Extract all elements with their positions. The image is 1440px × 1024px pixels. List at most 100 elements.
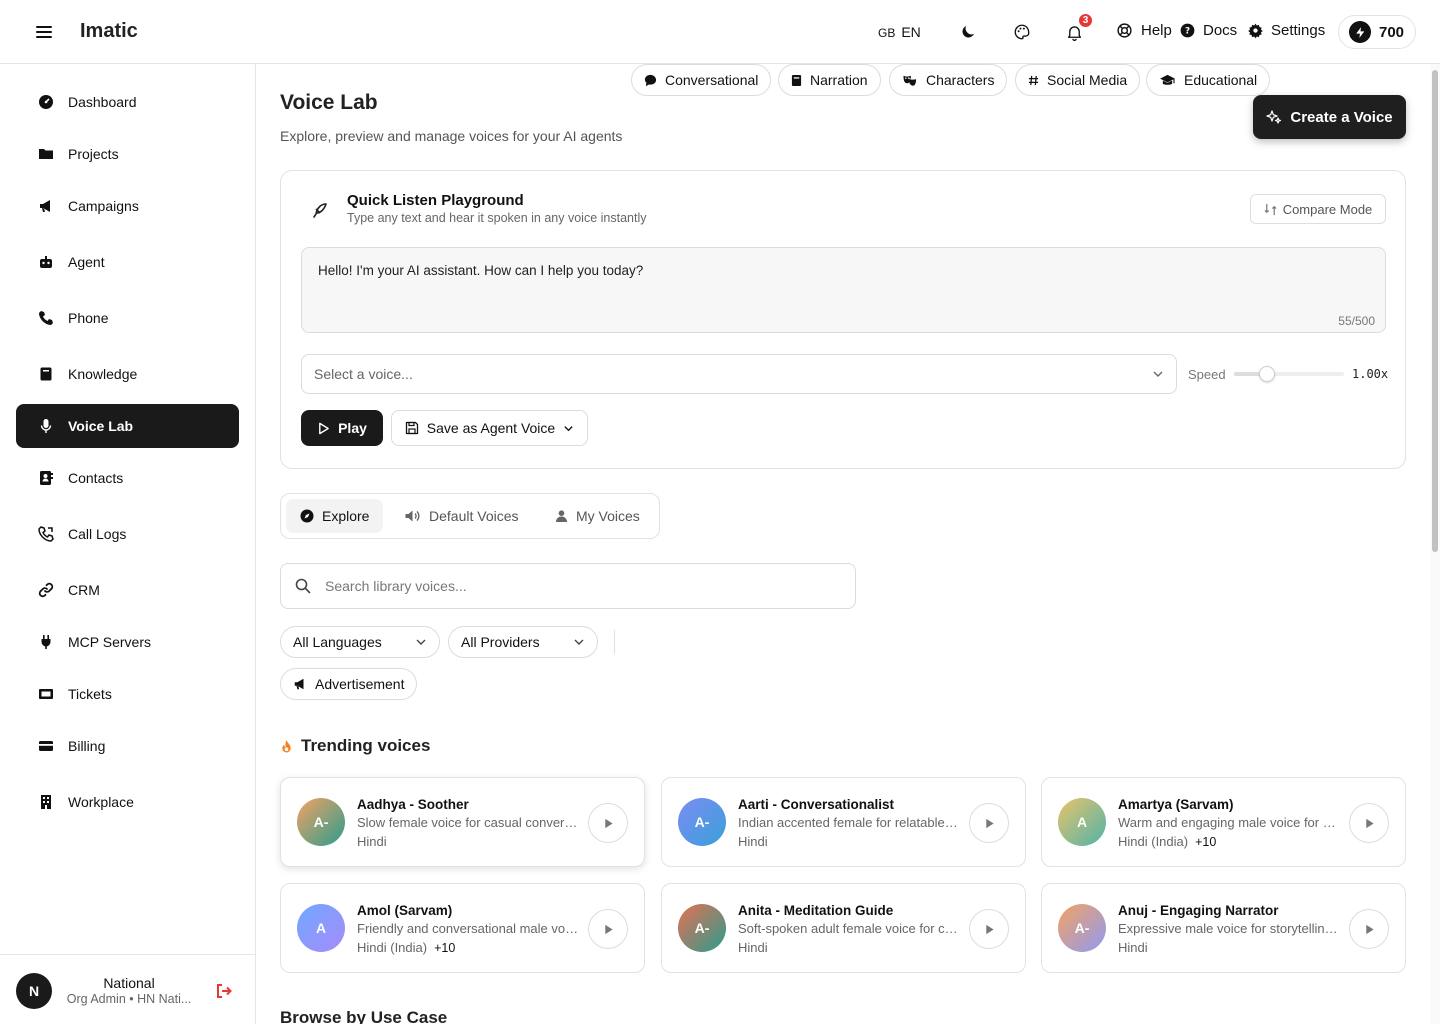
provider-filter-dropdown[interactable]: All Providers	[448, 626, 598, 658]
voice-play-button[interactable]	[969, 909, 1009, 949]
voice-avatar: A-	[1058, 904, 1106, 952]
voice-play-button[interactable]	[588, 909, 628, 949]
search-icon	[295, 578, 311, 594]
voice-language-label: Hindi (India)	[357, 940, 428, 955]
sidebar-item-label: Voice Lab	[68, 418, 134, 434]
settings-label: Settings	[1271, 22, 1326, 39]
sidebar-item-label: Knowledge	[68, 366, 138, 382]
chip-advertisement[interactable]: Advertisement	[280, 668, 418, 700]
avatar[interactable]: N	[16, 973, 52, 1009]
sidebar-item-label: Billing	[68, 738, 106, 754]
sidebar-item-label: Projects	[68, 146, 119, 162]
voice-avatar: A-	[678, 904, 726, 952]
speaker-icon	[405, 510, 420, 522]
trending-voices-heading: Trending voices	[280, 736, 430, 756]
sidebar-item-campaigns[interactable]: Campaigns	[16, 184, 239, 228]
chip-narration[interactable]: Narration	[778, 64, 881, 96]
chip-social-media[interactable]: Social Media	[1015, 64, 1141, 96]
compare-mode-button[interactable]: Compare Mode	[1250, 194, 1386, 224]
voice-play-button[interactable]	[1349, 909, 1389, 949]
help-label: Help	[1141, 22, 1172, 39]
language-selector[interactable]: GB EN	[878, 24, 921, 40]
sidebar-item-knowledge[interactable]: Knowledge	[16, 352, 239, 396]
playground-text-input[interactable]: Hello! I'm your AI assistant. How can I …	[301, 247, 1386, 333]
voice-name: Aarti - Conversationalist	[738, 797, 895, 812]
voice-card[interactable]: A- Anuj - Engaging Narrator Expressive mal…	[1041, 883, 1406, 973]
play-icon	[604, 818, 613, 828]
voice-card[interactable]: A Amol (Sarvam) Friendly and conversationa…	[280, 883, 645, 973]
play-button[interactable]: Play	[301, 410, 383, 446]
sidebar-item-label: Contacts	[68, 470, 124, 486]
create-voice-button[interactable]: Create a Voice	[1253, 95, 1406, 139]
fire-icon	[282, 739, 291, 753]
voice-play-button[interactable]	[969, 803, 1009, 843]
credits-button[interactable]: 700	[1338, 15, 1416, 49]
voice-name: Amartya (Sarvam)	[1118, 797, 1234, 812]
play-icon	[1365, 924, 1374, 934]
sparkles-icon	[1266, 110, 1282, 124]
sidebar-item-agent[interactable]: Agent	[16, 240, 239, 284]
sidebar-item-billing[interactable]: Billing	[16, 724, 239, 768]
play-icon	[985, 924, 994, 934]
sidebar-item-projects[interactable]: Projects	[16, 132, 239, 176]
moon-icon[interactable]	[956, 20, 980, 44]
voice-description: Slow female voice for casual conversatio…	[357, 815, 579, 830]
voice-play-button[interactable]	[588, 803, 628, 843]
logout-icon[interactable]	[216, 983, 232, 999]
scrollbar-thumb[interactable]	[1432, 70, 1438, 552]
language-code: EN	[901, 24, 921, 40]
play-icon	[604, 924, 613, 934]
speed-value: 1.00x	[1352, 367, 1389, 381]
sidebar-item-label: MCP Servers	[68, 634, 151, 650]
browse-by-use-case-heading: Browse by Use Case	[280, 1008, 448, 1024]
book-icon	[791, 74, 802, 86]
sidebar-item-workplace[interactable]: Workplace	[16, 780, 239, 824]
sidebar-item-voice-lab[interactable]: Voice Lab	[16, 404, 239, 448]
playground-text: Hello! I'm your AI assistant. How can I …	[318, 263, 644, 278]
tab-default-voices[interactable]: Default Voices	[390, 499, 533, 533]
palette-icon[interactable]	[1010, 20, 1034, 44]
speed-label: Speed	[1188, 367, 1226, 382]
tab-my-voices[interactable]: My Voices	[541, 499, 654, 533]
help-link[interactable]: Help	[1116, 22, 1172, 39]
speed-slider-knob[interactable]	[1259, 366, 1275, 382]
main-scrollbar[interactable]	[1430, 64, 1440, 1024]
voice-card[interactable]: A- Aarti - Conversationalist Indian accent…	[661, 777, 1026, 867]
chip-educational[interactable]: Educational	[1146, 64, 1271, 96]
sidebar-item-dashboard[interactable]: Dashboard	[16, 80, 239, 124]
masks-icon	[903, 75, 917, 86]
tab-label: Default Voices	[429, 508, 519, 524]
voice-name: Aadhya - Soother	[357, 797, 469, 812]
voice-card[interactable]: A Amartya (Sarvam) Warm and engaging male …	[1041, 777, 1406, 867]
voice-language-label: Hindi	[357, 834, 387, 849]
sidebar-item-mcp-servers[interactable]: MCP Servers	[16, 620, 239, 664]
voice-play-button[interactable]	[1349, 803, 1389, 843]
megaphone-icon	[40, 200, 50, 212]
chip-characters[interactable]: Characters	[889, 64, 1008, 96]
sidebar-item-crm[interactable]: CRM	[16, 568, 239, 612]
settings-link[interactable]: Settings	[1248, 22, 1325, 39]
tab-explore[interactable]: Explore	[286, 499, 384, 533]
voice-select[interactable]: Select a voice...	[301, 354, 1177, 394]
sidebar-item-contacts[interactable]: Contacts	[16, 456, 239, 500]
docs-link[interactable]: ? Docs	[1180, 22, 1237, 39]
sidebar-item-call-logs[interactable]: Call Logs	[16, 512, 239, 556]
sidebar-item-phone[interactable]: Phone	[16, 296, 239, 340]
voice-card[interactable]: A- Aadhya - Soother Slow female voice for …	[280, 777, 645, 867]
playground-subtitle: Type any text and hear it spoken in any …	[347, 211, 647, 225]
language-filter-dropdown[interactable]: All Languages	[280, 626, 440, 658]
voice-search-input[interactable]: Search library voices...	[280, 563, 856, 609]
ticket-icon	[39, 689, 53, 699]
hamburger-menu-icon[interactable]	[34, 22, 54, 42]
play-icon	[985, 818, 994, 828]
save-agent-voice-button[interactable]: Save as Agent Voice	[391, 410, 588, 446]
chevron-down-icon	[564, 425, 573, 431]
sidebar-item-tickets[interactable]: Tickets	[16, 672, 239, 716]
swap-icon	[1264, 203, 1277, 215]
voice-card[interactable]: A- Anita - Meditation Guide Soft-spoken ad…	[661, 883, 1026, 973]
speed-slider[interactable]	[1234, 366, 1344, 382]
chip-label: Conversational	[665, 72, 759, 88]
chip-conversational[interactable]: Conversational	[631, 64, 772, 96]
voice-language: Hindi	[738, 834, 768, 849]
microphone-icon	[40, 419, 52, 433]
